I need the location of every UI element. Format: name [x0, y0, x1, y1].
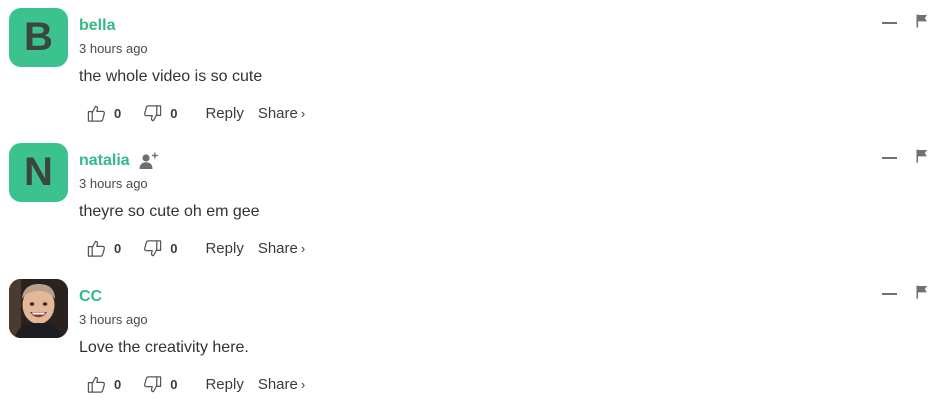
thumbs-up-icon [87, 240, 105, 257]
collapse-button[interactable] [882, 149, 898, 165]
reply-button[interactable]: Reply [205, 376, 243, 393]
share-button[interactable]: Share › [258, 376, 305, 393]
reply-button[interactable]: Reply [205, 240, 243, 257]
avatar-photo [9, 279, 68, 338]
comment: B bella 3 hours ago the whole video is s… [0, 0, 943, 135]
avatar[interactable]: N [9, 143, 68, 202]
share-label: Share [257, 104, 298, 122]
reply-button[interactable]: Reply [205, 105, 243, 122]
like-button[interactable]: 0 [87, 375, 121, 394]
like-count: 0 [114, 376, 122, 392]
comment: N natalia 3 hours ago theyre so cute oh … [0, 135, 943, 270]
dislike-count: 0 [170, 105, 178, 121]
share-label: Share [257, 375, 298, 393]
share-button[interactable]: Share › [258, 105, 305, 122]
like-count: 0 [114, 105, 122, 121]
dislike-count: 0 [170, 376, 178, 392]
chevron-right-icon: › [300, 240, 306, 256]
username[interactable]: CC [79, 287, 102, 307]
comment-text: theyre so cute oh em gee [79, 203, 260, 220]
collapse-button[interactable] [882, 14, 898, 30]
like-count: 0 [114, 240, 122, 256]
like-button[interactable]: 0 [87, 104, 121, 123]
dislike-button[interactable]: 0 [143, 104, 177, 123]
flag-icon[interactable] [916, 149, 928, 163]
thumbs-up-icon [87, 105, 105, 122]
timestamp[interactable]: 3 hours ago [79, 312, 148, 327]
username[interactable]: bella [79, 16, 115, 36]
timestamp[interactable]: 3 hours ago [79, 41, 148, 56]
flag-icon[interactable] [916, 285, 928, 299]
add-user-icon[interactable] [138, 151, 160, 171]
username-row: bella [79, 15, 115, 37]
comment-actions: 0 0 Reply Share › [87, 100, 305, 126]
avatar[interactable]: B [9, 8, 68, 67]
flag-icon[interactable] [916, 14, 928, 28]
share-button[interactable]: Share › [258, 240, 305, 257]
like-button[interactable]: 0 [87, 239, 121, 258]
username-row: CC [79, 286, 102, 308]
comment-text: the whole video is so cute [79, 68, 263, 85]
comment-actions: 0 0 Reply Share › [87, 371, 305, 397]
collapse-button[interactable] [882, 285, 898, 301]
comment-text: Love the creativity here. [79, 339, 249, 356]
username-row: natalia [79, 150, 160, 172]
chevron-right-icon: › [300, 105, 306, 121]
chevron-right-icon: › [300, 376, 306, 392]
thumbs-down-icon [144, 375, 162, 392]
comment-actions: 0 0 Reply Share › [87, 235, 305, 261]
thumbs-down-icon [144, 104, 162, 121]
thumbs-up-icon [87, 376, 105, 393]
dislike-count: 0 [170, 240, 178, 256]
dislike-button[interactable]: 0 [143, 239, 177, 258]
avatar[interactable] [9, 279, 68, 338]
thumbs-down-icon [144, 239, 162, 256]
comment: CC 3 hours ago Love the creativity here.… [0, 271, 943, 406]
timestamp[interactable]: 3 hours ago [79, 176, 148, 191]
share-label: Share [257, 239, 298, 257]
username[interactable]: natalia [79, 151, 130, 171]
dislike-button[interactable]: 0 [143, 375, 177, 394]
